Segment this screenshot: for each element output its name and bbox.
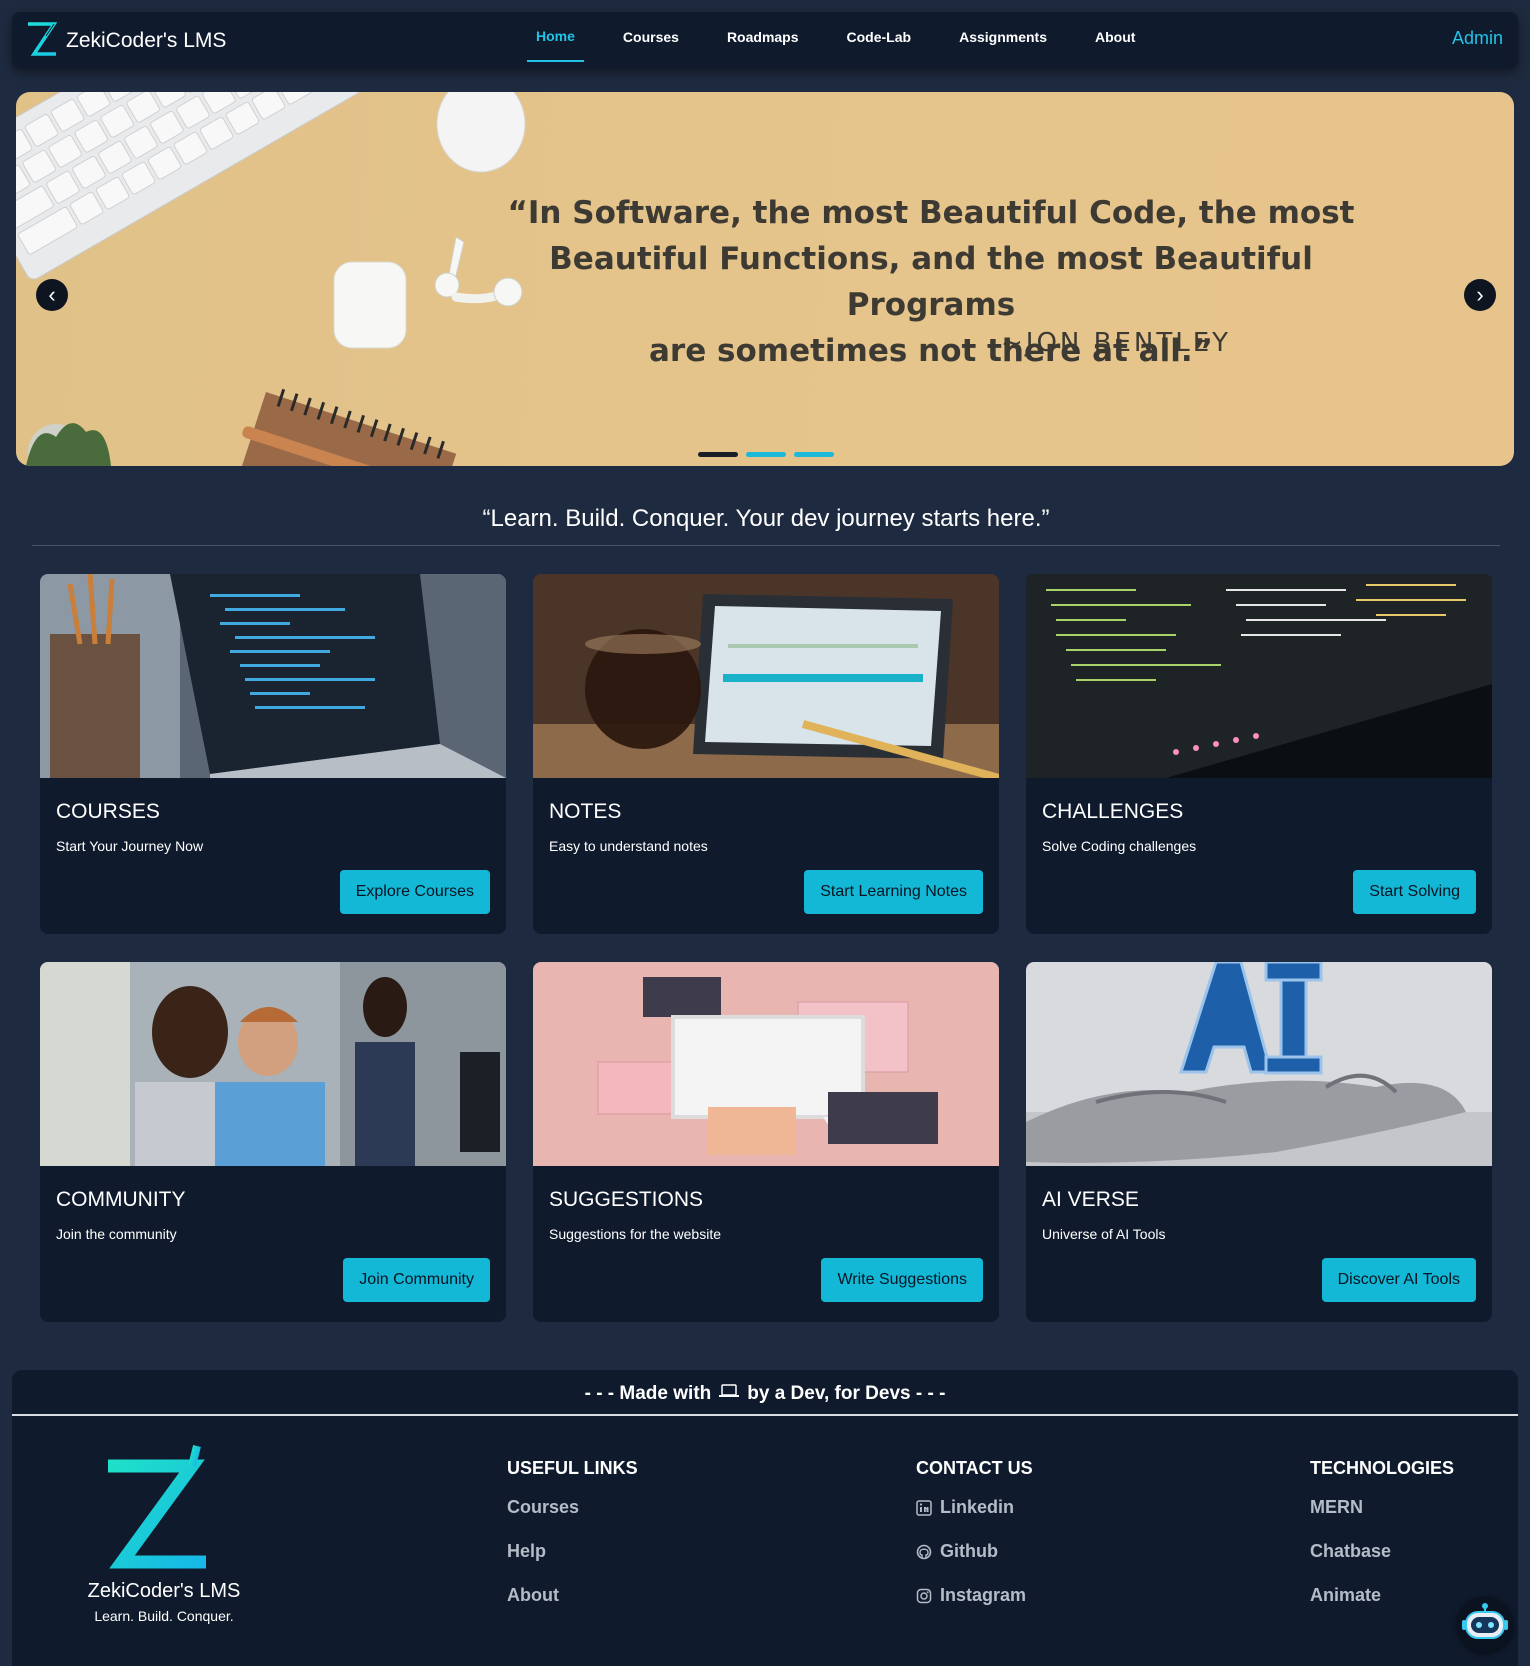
nav-link-home[interactable]: Home (527, 12, 584, 62)
start-learning-notes-button[interactable]: Start Learning Notes (804, 870, 983, 914)
footer-contact-us: CONTACT US Linkedin Github Instagram (916, 1458, 1033, 1629)
footer-link-animate[interactable]: Animate (1310, 1585, 1454, 1629)
github-icon (916, 1541, 932, 1565)
card-subtitle: Join the community (56, 1226, 177, 1242)
footer-link-label: Instagram (940, 1585, 1027, 1605)
top-navbar: ZekiCoder's LMS Home Courses Roadmaps Co… (12, 12, 1518, 68)
brand[interactable]: ZekiCoder's LMS (26, 21, 227, 62)
card-suggestions: SUGGESTIONS Suggestions for the website … (533, 962, 999, 1322)
footer-link-mern[interactable]: MERN (1310, 1497, 1454, 1541)
card-subtitle: Easy to understand notes (549, 838, 708, 854)
card-title: COURSES (56, 800, 160, 823)
carousel-next-button[interactable]: › (1464, 279, 1496, 311)
card-ai-verse: AI VERSE Universe of AI Tools Discover A… (1026, 962, 1492, 1322)
card-title: AI VERSE (1042, 1188, 1139, 1211)
quote-line: are sometimes not there at all.” (649, 333, 1213, 369)
nav-link-roadmaps[interactable]: Roadmaps (703, 12, 823, 62)
nav-links: Home Courses Roadmaps Code-Lab Assignmen… (527, 12, 1159, 68)
nav-link-assignments[interactable]: Assignments (935, 12, 1071, 62)
explore-courses-button[interactable]: Explore Courses (339, 870, 490, 914)
footer-useful-links: USEFUL LINKS Courses Help About (507, 1458, 638, 1629)
brand-logo-icon (102, 1442, 212, 1577)
card-title: NOTES (549, 800, 622, 823)
brand-logo-icon (26, 21, 58, 62)
card-subtitle: Universe of AI Tools (1042, 1226, 1166, 1242)
join-community-button[interactable]: Join Community (343, 1258, 490, 1302)
laptop-icon (719, 1383, 740, 1405)
robot-icon (1462, 1602, 1508, 1647)
card-image-people-computer (40, 962, 506, 1166)
tagline: “Learn. Build. Conquer. Your dev journey… (482, 505, 1050, 532)
chevron-right-icon: › (1476, 282, 1484, 307)
hero-carousel: “In Software, the most Beautiful Code, t… (16, 92, 1514, 466)
carousel-indicator[interactable] (794, 452, 834, 457)
write-suggestions-button[interactable]: Write Suggestions (821, 1258, 983, 1302)
card-courses: COURSES Start Your Journey Now Explore C… (40, 574, 506, 934)
nav-link-courses[interactable]: Courses (599, 12, 703, 62)
card-title: COMMUNITY (56, 1188, 186, 1211)
brand-name: ZekiCoder's LMS (66, 29, 227, 52)
footer: - - - Made with by a Dev, for Devs - - -… (12, 1370, 1518, 1666)
quote-author: ~JON BENTLEY (1001, 328, 1232, 358)
carousel-indicators (698, 452, 834, 457)
card-image-code-screen (1026, 574, 1492, 778)
card-title: CHALLENGES (1042, 800, 1184, 823)
carousel-indicator[interactable] (698, 452, 738, 457)
chevron-left-icon: ‹ (48, 282, 56, 307)
card-image-robot-hand-ai (1026, 962, 1492, 1166)
footer-technologies: TECHNOLOGIES MERN Chatbase Animate (1310, 1458, 1454, 1629)
card-image-tablet-coffee (533, 574, 999, 778)
card-subtitle: Suggestions for the website (549, 1226, 721, 1242)
card-community: COMMUNITY Join the community Join Commun… (40, 962, 506, 1322)
instagram-icon (916, 1585, 932, 1609)
footer-link-linkedin[interactable]: Linkedin (916, 1497, 1033, 1541)
card-challenges: CHALLENGES Solve Coding challenges Start… (1026, 574, 1492, 934)
card-image-laptop-code (40, 574, 506, 778)
made-with-prefix: - - - Made with (584, 1383, 712, 1404)
card-title: SUGGESTIONS (549, 1188, 704, 1211)
card-subtitle: Solve Coding challenges (1042, 838, 1197, 854)
footer-brand-tagline: Learn. Build. Conquer. (94, 1608, 234, 1624)
footer-link-courses[interactable]: Courses (507, 1497, 638, 1541)
carousel-prev-button[interactable]: ‹ (36, 279, 68, 311)
nav-link-code-lab[interactable]: Code-Lab (823, 12, 936, 62)
chatbot-button[interactable] (1457, 1596, 1513, 1652)
footer-column-title: TECHNOLOGIES (1310, 1458, 1455, 1478)
card-subtitle: Start Your Journey Now (56, 838, 204, 854)
carousel-indicator[interactable] (746, 452, 786, 457)
footer-link-label: Github (940, 1541, 998, 1561)
footer-column-title: CONTACT US (916, 1458, 1033, 1478)
card-image-speech-bubbles (533, 962, 999, 1166)
footer-column-title: USEFUL LINKS (507, 1458, 638, 1478)
quote-line: “In Software, the most Beautiful Code, t… (507, 195, 1355, 231)
carousel-quote: “In Software, the most Beautiful Code, t… (461, 190, 1401, 374)
footer-brand-name: ZekiCoder's LMS (87, 1580, 241, 1602)
start-solving-button[interactable]: Start Solving (1353, 870, 1476, 914)
card-notes: NOTES Easy to understand notes Start Lea… (533, 574, 999, 934)
footer-link-chatbase[interactable]: Chatbase (1310, 1541, 1454, 1585)
footer-link-label: Linkedin (940, 1497, 1015, 1517)
footer-link-github[interactable]: Github (916, 1541, 1033, 1585)
discover-ai-tools-button[interactable]: Discover AI Tools (1321, 1258, 1476, 1302)
made-with-suffix: by a Dev, for Devs - - - (747, 1383, 946, 1404)
footer-link-about[interactable]: About (507, 1585, 638, 1629)
footer-link-instagram[interactable]: Instagram (916, 1585, 1033, 1629)
tagline-divider (32, 545, 1500, 546)
footer-link-help[interactable]: Help (507, 1541, 638, 1585)
nav-link-about[interactable]: About (1071, 12, 1159, 62)
footer-brand-block: ZekiCoder's LMS Learn. Build. Conquer. (24, 1370, 304, 1666)
linkedin-icon (916, 1497, 932, 1521)
admin-link[interactable]: Admin (1452, 28, 1503, 49)
quote-line: Beautiful Functions, and the most Beauti… (549, 241, 1313, 323)
